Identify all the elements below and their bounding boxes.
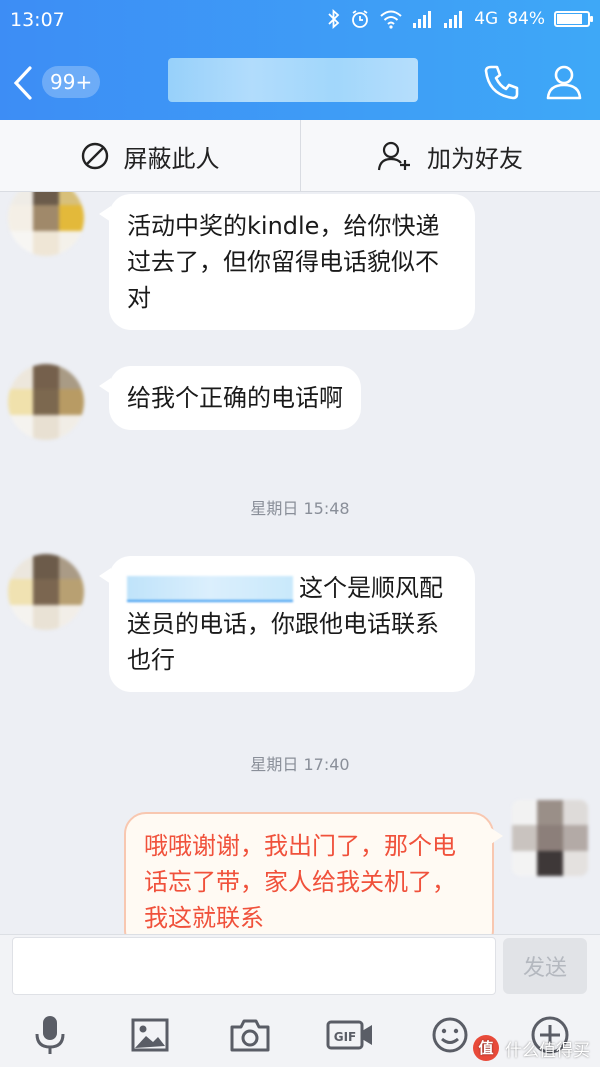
- chevron-left-icon: [13, 66, 32, 100]
- message-bubble[interactable]: 给我个正确的电话啊: [99, 366, 361, 430]
- my-message-bubble[interactable]: 哦哦谢谢，我出门了，那个电话忘了带，家人给我关机了，我这就联系: [124, 812, 503, 934]
- block-icon: [81, 142, 108, 170]
- person-icon: [546, 65, 582, 100]
- block-user-label: 屏蔽此人: [123, 144, 220, 173]
- signal-icon-2: [444, 11, 463, 28]
- sender-avatar[interactable]: [8, 364, 84, 440]
- unread-count-badge: 99+: [42, 66, 101, 98]
- bluetooth-icon: [328, 9, 340, 29]
- message-text: 给我个正确的电话啊: [127, 384, 343, 412]
- status-time: 13:07: [10, 9, 65, 31]
- add-friend-label: 加为好友: [427, 144, 523, 173]
- battery-icon: [554, 11, 593, 27]
- profile-button[interactable]: [544, 62, 584, 106]
- add-friend-icon: [377, 141, 410, 171]
- nav-bar: 99+: [0, 42, 600, 120]
- status-indicators: 4G 84%: [327, 9, 593, 29]
- message-text: 哦哦谢谢，我出门了，那个电话忘了带，家人给我关机了，我这就联系: [144, 832, 456, 932]
- add-friend-button[interactable]: 加为好友: [300, 120, 599, 192]
- message-bubble[interactable]: 这个是顺风配送员的电话，你跟他电话联系也行: [99, 556, 475, 692]
- network-type: 4G: [474, 9, 499, 29]
- message-timestamp: 星期日 17:40: [250, 755, 350, 774]
- action-bar: 屏蔽此人 加为好友: [0, 120, 600, 192]
- my-avatar[interactable]: [512, 800, 588, 876]
- battery-percent: 84%: [507, 9, 545, 29]
- call-button[interactable]: [482, 62, 522, 106]
- message-input[interactable]: [12, 937, 496, 995]
- chat-messages[interactable]: 活动中奖的kindle，给你快递过去了，但你留得电话貌似不对 给我个正确的电话啊…: [0, 192, 600, 934]
- camera-icon[interactable]: [228, 1013, 272, 1057]
- watermark: 值 什么值得买: [473, 1035, 590, 1061]
- signal-icon: [413, 11, 432, 28]
- watermark-badge: 值: [473, 1035, 499, 1061]
- sender-avatar[interactable]: [8, 554, 84, 630]
- gif-icon[interactable]: GIF: [326, 1013, 374, 1057]
- wifi-icon: [380, 10, 402, 29]
- phone-number-link-redacted[interactable]: [127, 576, 293, 602]
- back-button[interactable]: 99+: [12, 62, 102, 102]
- contact-name-redacted: [168, 58, 418, 102]
- watermark-text: 什么值得买: [505, 1040, 590, 1061]
- phone-icon: [484, 65, 519, 100]
- sender-avatar[interactable]: [8, 192, 84, 256]
- block-user-button[interactable]: 屏蔽此人: [0, 120, 299, 192]
- emoji-icon[interactable]: [428, 1013, 472, 1057]
- input-bar: 发送 GIF 值 什么值得买: [0, 934, 600, 1067]
- alarm-icon: [352, 10, 369, 28]
- message-text: 活动中奖的kindle，给你快递过去了，但你留得电话貌似不对: [127, 212, 440, 312]
- status-bar: 13:07 4G 84%: [0, 0, 600, 42]
- message-timestamp: 星期日 15:48: [250, 499, 350, 518]
- send-button[interactable]: 发送: [503, 938, 587, 994]
- message-bubble[interactable]: 活动中奖的kindle，给你快递过去了，但你留得电话貌似不对: [99, 194, 475, 330]
- image-icon[interactable]: [128, 1013, 172, 1057]
- svg-text:GIF: GIF: [334, 1030, 357, 1044]
- microphone-icon[interactable]: [28, 1013, 72, 1057]
